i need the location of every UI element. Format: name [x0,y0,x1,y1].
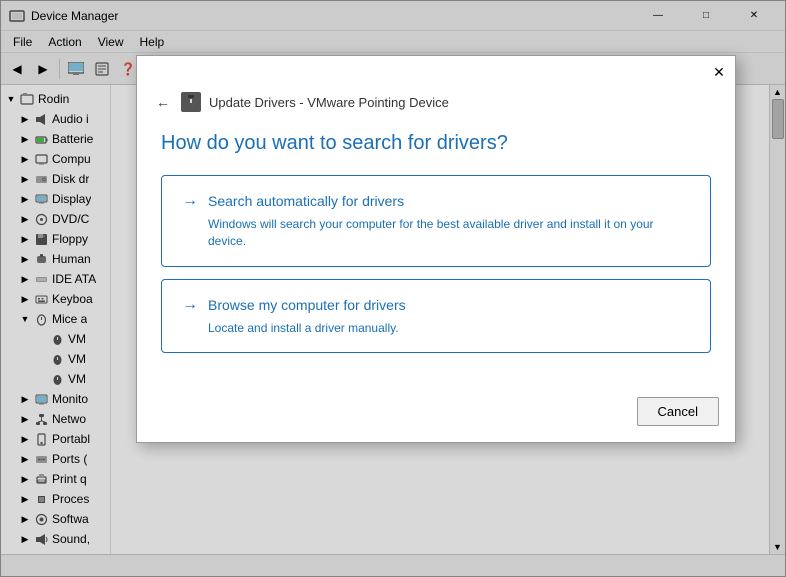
search-automatically-option[interactable]: → Search automatically for drivers Windo… [161,175,711,267]
dialog-header: ← Update Drivers - VMware Pointing Devic… [137,88,735,124]
dialog-question: How do you want to search for drivers? [161,132,711,155]
browse-computer-option[interactable]: → Browse my computer for drivers Locate … [161,279,711,354]
browse-title: Browse my computer for drivers [208,297,406,313]
dialog-body: How do you want to search for drivers? →… [137,124,735,389]
cancel-button[interactable]: Cancel [637,397,719,426]
dialog-header-title: Update Drivers - VMware Pointing Device [209,95,449,110]
update-drivers-dialog: ✕ ← Update Drivers - VMware Pointing Dev… [136,55,736,443]
option-title-row: → Search automatically for drivers [182,192,690,210]
arrow-icon-2: → [182,296,198,314]
dialog-header-device-icon [181,92,201,112]
search-auto-desc: Windows will search your computer for th… [182,216,690,250]
arrow-icon-1: → [182,192,198,210]
search-auto-title: Search automatically for drivers [208,193,404,209]
dialog-footer: Cancel [137,389,735,442]
dialog-back-button[interactable]: ← [153,92,173,112]
option-title-row-2: → Browse my computer for drivers [182,296,690,314]
dialog-titlebar: ✕ [137,56,735,88]
modal-overlay: ✕ ← Update Drivers - VMware Pointing Dev… [0,0,786,577]
browse-desc: Locate and install a driver manually. [182,320,690,337]
dialog-close-button[interactable]: ✕ [707,60,731,84]
